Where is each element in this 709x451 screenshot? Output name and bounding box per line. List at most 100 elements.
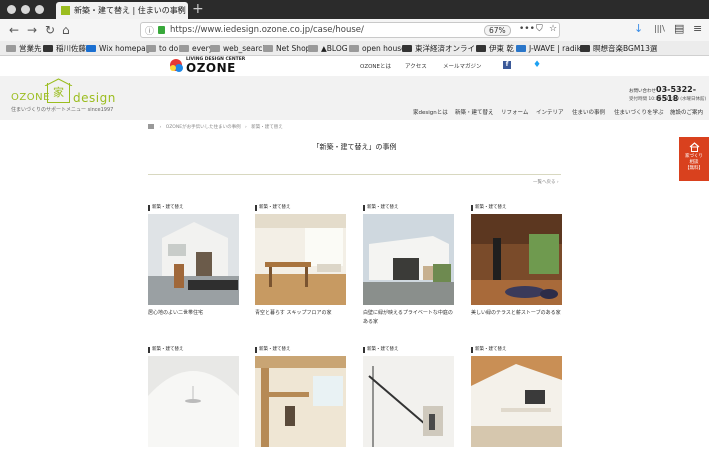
logo-ie[interactable]: 家	[47, 83, 70, 103]
gnav-interior[interactable]: インテリア	[536, 108, 564, 116]
top-link-newsletter[interactable]: メールマガジン	[443, 62, 482, 70]
case-photo[interactable]	[148, 214, 239, 305]
case-card[interactable]: 新築・建て替え	[148, 347, 239, 451]
case-card[interactable]: 新築・建て替え 白壁に緑が映えるプライベートな中庭のある家	[363, 205, 454, 327]
folder-icon	[210, 45, 220, 52]
case-title[interactable]: 白壁に緑が映えるプライベートな中庭のある家	[363, 309, 454, 327]
sidebar-icon[interactable]: ▤	[674, 22, 684, 35]
gnav-new-build[interactable]: 新築・建て替え	[455, 108, 494, 116]
case-photo[interactable]	[363, 356, 454, 447]
top-link-about[interactable]: OZONEとは	[360, 62, 391, 70]
case-photo[interactable]	[363, 214, 454, 305]
site-icon	[516, 45, 526, 52]
logo-design[interactable]: design	[73, 91, 116, 105]
case-title[interactable]: 美しい緑のテラスと薪ストーブのある家	[471, 309, 562, 318]
case-category: 新築・建て替え	[255, 205, 346, 211]
case-category: 新築・建て替え	[148, 347, 239, 353]
bookmark-item[interactable]: Net Shop	[263, 43, 310, 54]
divider	[148, 174, 561, 175]
tk-icon	[402, 45, 412, 52]
gnav-learn[interactable]: 住まいづくりを学ぶ	[614, 108, 664, 116]
bookmark-item[interactable]: 伊東 乾	[476, 43, 514, 54]
home-icon[interactable]: ⌂	[62, 22, 70, 38]
case-photo[interactable]	[471, 356, 562, 447]
page-actions-icon[interactable]: •••	[519, 24, 535, 34]
bookmark-item[interactable]: Wix homepage	[86, 43, 155, 54]
lock-icon[interactable]	[158, 26, 165, 34]
case-category: 新築・建て替え	[255, 347, 346, 353]
reload-icon[interactable]: ↻	[45, 22, 55, 38]
house-icon	[689, 142, 699, 152]
case-title[interactable]: 居心地のよい二世帯住宅	[148, 309, 239, 318]
info-icon[interactable]: ⓘ	[145, 24, 154, 37]
bookmark-item[interactable]: J-WAVE | radiko	[516, 43, 585, 54]
case-title[interactable]: 青空と暮らす スキップフロアの家	[255, 309, 346, 318]
case-card[interactable]: 新築・建て替え 青空と暮らす スキップフロアの家	[255, 205, 346, 318]
breadcrumb-cases[interactable]: OZONEがお手伝いした住まいの事例	[166, 125, 241, 130]
folder-icon	[349, 45, 359, 52]
logo-ozone[interactable]: OZONE	[11, 92, 50, 103]
tab-close-icon[interactable]: ×	[176, 2, 184, 19]
zoom-level[interactable]: 67%	[484, 25, 511, 36]
bookmark-item[interactable]: 稲川佐藤	[43, 43, 86, 54]
twitter-icon[interactable]: ♦	[533, 61, 541, 70]
case-category: 新築・建て替え	[471, 205, 562, 211]
case-card[interactable]: 新築・建て替え 美しい緑のテラスと薪ストーブのある家	[471, 205, 562, 318]
case-category: 新築・建て替え	[148, 205, 239, 211]
pocket-icon[interactable]: ⛉	[536, 24, 543, 34]
gnav-cases[interactable]: 住まいの事例	[572, 108, 605, 116]
bookmark-item[interactable]: to do	[146, 43, 178, 54]
bookmark-item[interactable]: web_search	[210, 43, 267, 54]
ozone-wordmark[interactable]: OZONE	[186, 61, 236, 75]
bookmark-item[interactable]: 東洋経済オンライン	[402, 43, 483, 54]
bookmark-item[interactable]: 瞑想音楽BGM13選	[580, 43, 657, 54]
interior-photo-icon	[363, 356, 454, 447]
library-icon[interactable]: |||\	[654, 24, 665, 33]
case-photo[interactable]	[471, 214, 562, 305]
download-icon[interactable]: ↓	[634, 22, 643, 35]
forward-icon[interactable]: →	[27, 22, 37, 38]
bookmark-item[interactable]: open house	[349, 43, 406, 54]
bookmark-item[interactable]: every	[179, 43, 213, 54]
url-text[interactable]: https://www.iedesign.ozone.co.jp/case/ho…	[170, 25, 364, 35]
bookmark-item[interactable]: 営業先	[6, 43, 42, 54]
site-icon	[580, 45, 590, 52]
site-icon	[476, 45, 486, 52]
maximize-window-icon[interactable]	[35, 5, 44, 14]
page-title: 「新築・建て替え」の事例	[312, 143, 397, 151]
ozone-logo-icon[interactable]	[168, 57, 184, 73]
case-category: 新築・建て替え	[363, 205, 454, 211]
back-to-list-link[interactable]: 一覧へ戻る ›	[533, 179, 559, 185]
case-card[interactable]: 新築・建て替え 居心地のよい二世帯住宅	[148, 205, 239, 318]
bookmark-star-icon[interactable]: ☆	[549, 24, 557, 34]
case-category: 新築・建て替え	[363, 347, 454, 353]
gnav-about[interactable]: 家designとは	[413, 108, 448, 116]
case-photo[interactable]	[255, 214, 346, 305]
back-icon[interactable]: ←	[9, 22, 19, 38]
minimize-window-icon[interactable]	[21, 5, 30, 14]
browser-tab-active[interactable]: 新築・建て替え | 住まいの事例 | 家d ×	[56, 2, 188, 19]
tab-title: 新築・建て替え | 住まいの事例 | 家d	[74, 6, 188, 15]
facebook-icon[interactable]: f	[503, 61, 511, 69]
contact-label: お問い合わせ	[629, 89, 656, 94]
consultation-button[interactable]: 家づくり 相談 【無料】	[679, 137, 709, 181]
gnav-reform[interactable]: リフォーム	[501, 108, 528, 116]
new-tab-icon[interactable]: +	[192, 0, 204, 19]
case-card[interactable]: 新築・建て替え	[471, 347, 562, 451]
site-favicon-icon	[61, 6, 70, 15]
close-window-icon[interactable]	[7, 5, 16, 14]
gnav-facility[interactable]: 施設のご案内	[670, 108, 703, 116]
case-photo[interactable]	[255, 356, 346, 447]
case-card[interactable]: 新築・建て替え	[255, 347, 346, 451]
breadcrumb-current: 新築・建て替え	[251, 125, 283, 130]
folder-icon	[6, 45, 16, 52]
address-bar[interactable]: ⓘ https://www.iedesign.ozone.co.jp/case/…	[140, 22, 560, 38]
interior-photo-icon	[255, 356, 346, 447]
bookmark-item[interactable]: ▲BLOG	[308, 43, 348, 54]
case-photo[interactable]	[148, 356, 239, 447]
case-card[interactable]: 新築・建て替え	[363, 347, 454, 451]
home-icon[interactable]	[148, 124, 154, 129]
top-link-access[interactable]: アクセス	[405, 62, 427, 70]
site-header: OZONE 家 design 住まいづくりのサポートメニュー since1997…	[0, 76, 709, 120]
menu-icon[interactable]: ≡	[693, 22, 702, 35]
